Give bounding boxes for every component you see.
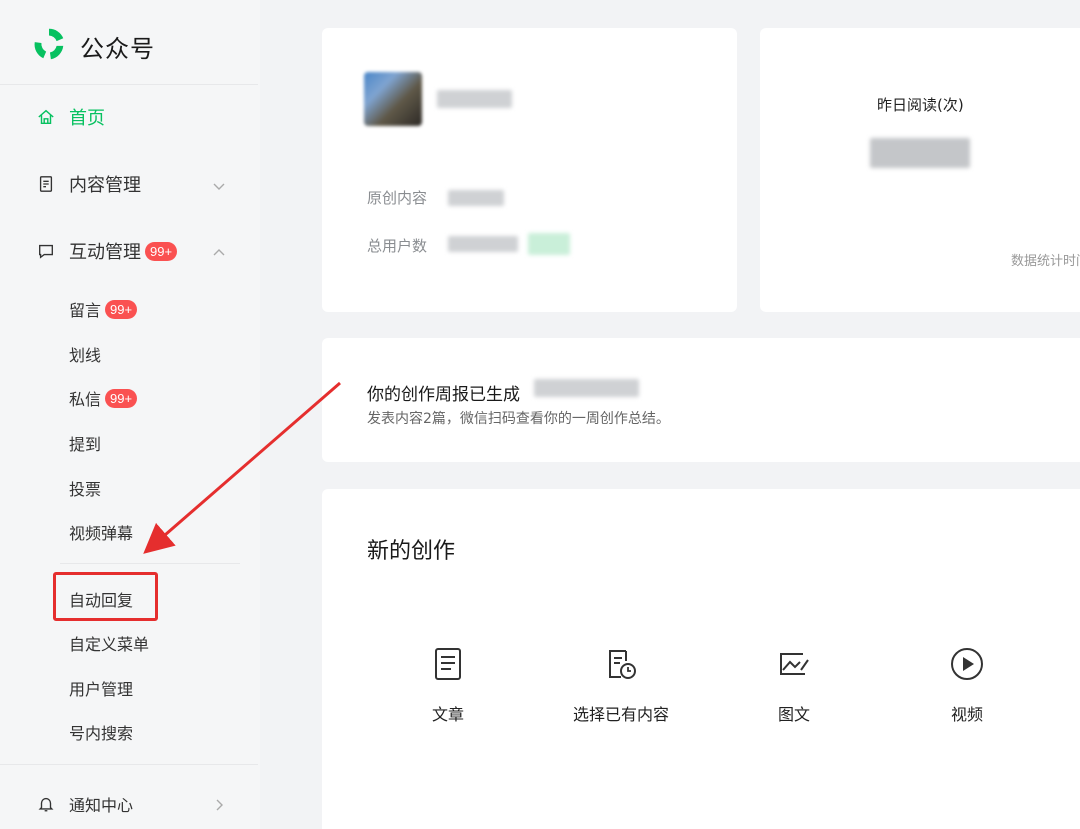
sidebar-item-label: 提到: [69, 435, 102, 454]
annotation-highlight-box: [53, 572, 158, 621]
total-users-label: 总用户数: [367, 237, 428, 255]
weekly-report-description: 发表内容2篇，微信扫码查看你的一周创作总结。: [367, 411, 670, 427]
sidebar-item-custom-menu[interactable]: 自定义菜单: [69, 631, 149, 655]
sidebar-item-label: 自定义菜单: [69, 635, 150, 654]
nav-home[interactable]: 首页: [36, 104, 226, 130]
wechat-official-logo-icon: [30, 25, 68, 67]
app-logo[interactable]: 公众号: [30, 26, 155, 66]
yesterday-reads-value-redacted: [870, 138, 970, 168]
create-image-text-button[interactable]: 图文: [729, 647, 859, 725]
select-existing-content-button[interactable]: 选择已有内容: [556, 647, 686, 725]
new-creation-title: 新的创作: [367, 539, 456, 564]
sidebar-item-label: 投票: [69, 480, 102, 499]
interaction-count-badge: 99+: [145, 241, 178, 261]
sidebar-item-label: 视频弹幕: [69, 524, 134, 543]
existing-content-icon: [556, 647, 686, 681]
video-play-icon: [902, 647, 1032, 681]
sidebar: 公众号 首页 内容管理 互动管理 99+ 留言 99+ 划线 私信 99+ 提到…: [0, 0, 260, 829]
avatar[interactable]: [364, 72, 422, 126]
original-content-label: 原创内容: [367, 189, 428, 207]
sidebar-item-label: 私信: [69, 390, 102, 409]
sidebar-item-label: 留言: [69, 301, 102, 320]
sidebar-item-votes[interactable]: 投票: [69, 476, 101, 500]
sidebar-item-label: 用户管理: [69, 680, 134, 699]
create-article-label: 文章: [431, 705, 464, 724]
nav-content-management-label: 内容管理: [69, 175, 141, 196]
bell-icon: [36, 794, 56, 814]
message-icon: [36, 241, 56, 261]
app-name: 公众号: [80, 34, 155, 63]
stats-time-footnote: 数据统计时间: [1011, 254, 1080, 269]
image-text-icon: [729, 647, 859, 681]
weekly-report-card[interactable]: 你的创作周报已生成 发表内容2篇，微信扫码查看你的一周创作总结。: [322, 338, 1080, 462]
divider: [0, 764, 258, 765]
profile-card: 原创内容 总用户数: [322, 28, 737, 312]
sidebar-item-mentions[interactable]: 提到: [69, 431, 101, 455]
nav-notification-center[interactable]: 通知中心: [36, 792, 226, 816]
nav-notification-center-label: 通知中心: [69, 796, 134, 815]
stats-card: 昨日阅读(次) 数据统计时间: [760, 28, 1080, 312]
nav-interaction-management[interactable]: 互动管理 99+: [36, 238, 226, 264]
original-content-value-redacted: [448, 190, 504, 206]
account-name-redacted: [437, 90, 512, 108]
create-video-label: 视频: [950, 705, 983, 724]
user-growth-badge-redacted: [528, 233, 570, 255]
divider: [0, 84, 258, 85]
select-existing-content-label: 选择已有内容: [572, 705, 669, 724]
chevron-right-icon: [212, 797, 226, 811]
create-video-button[interactable]: 视频: [902, 647, 1032, 725]
home-icon: [36, 107, 56, 127]
nav-interaction-management-label: 互动管理: [69, 242, 141, 263]
sidebar-item-label: 号内搜索: [69, 724, 134, 743]
article-icon: [383, 647, 513, 681]
sidebar-item-comments[interactable]: 留言 99+: [69, 297, 138, 321]
weekly-report-title: 你的创作周报已生成: [367, 385, 520, 405]
chevron-down-icon: [212, 177, 226, 191]
sidebar-item-video-danmaku[interactable]: 视频弹幕: [69, 520, 133, 544]
chevron-up-icon: [212, 244, 226, 258]
sidebar-item-underline[interactable]: 划线: [69, 342, 101, 366]
comments-count-badge: 99+: [105, 299, 138, 319]
report-date-redacted: [534, 379, 639, 397]
nav-home-label: 首页: [69, 108, 105, 129]
sidebar-item-account-search[interactable]: 号内搜索: [69, 720, 133, 744]
yesterday-reads-label: 昨日阅读(次): [877, 96, 964, 114]
divider: [60, 563, 240, 564]
create-image-text-label: 图文: [777, 705, 810, 724]
sidebar-item-private-messages[interactable]: 私信 99+: [69, 386, 138, 410]
sidebar-item-label: 划线: [69, 346, 102, 365]
new-creation-card: 新的创作 文章 选择已有内容 图文 视频: [322, 489, 1080, 829]
document-icon: [36, 174, 56, 194]
total-users-value-redacted: [448, 236, 518, 252]
nav-content-management[interactable]: 内容管理: [36, 171, 226, 197]
create-article-button[interactable]: 文章: [383, 647, 513, 725]
messages-count-badge: 99+: [105, 388, 138, 408]
sidebar-item-user-management[interactable]: 用户管理: [69, 676, 133, 700]
